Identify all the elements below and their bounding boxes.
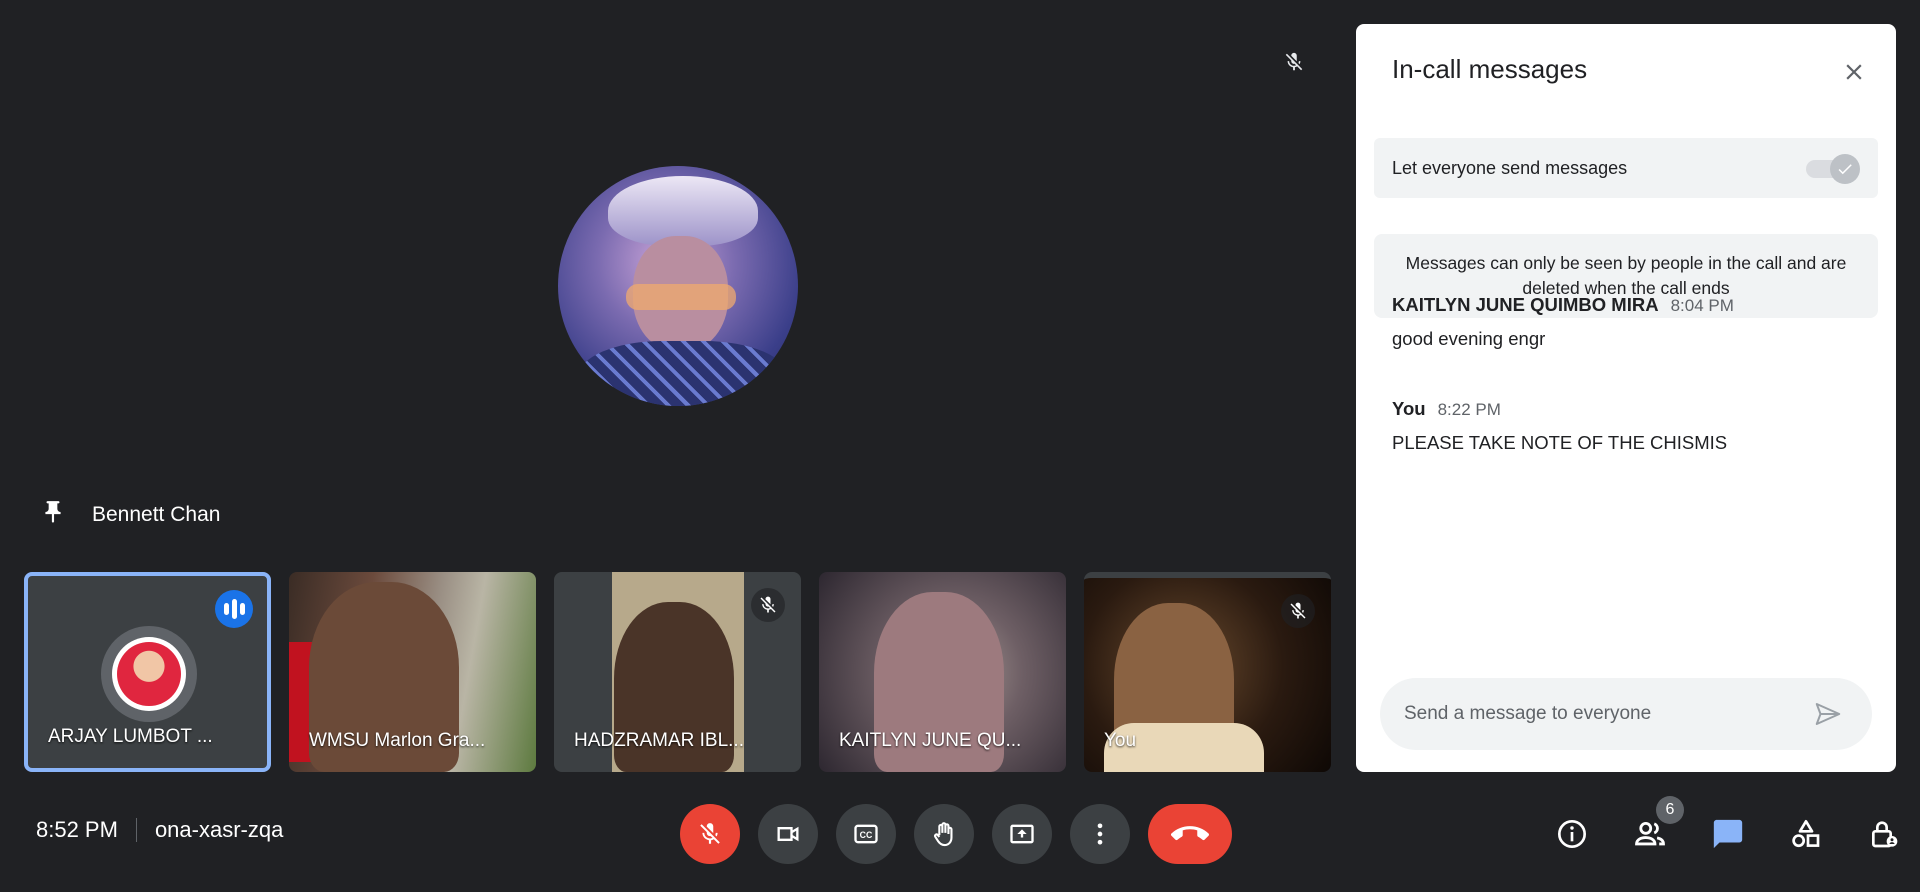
divider bbox=[135, 818, 137, 842]
close-button[interactable] bbox=[1834, 52, 1874, 92]
mic-off-icon bbox=[1281, 594, 1315, 628]
main-stage: Bennett Chan ARJAY LUMBOT ... WMSU Marlo… bbox=[0, 0, 1350, 780]
panel-title: In-call messages bbox=[1392, 54, 1588, 84]
captions-button[interactable]: CC bbox=[836, 804, 896, 864]
microphone-toggle-button[interactable] bbox=[680, 804, 740, 864]
chat-message: You 8:22 PM PLEASE TAKE NOTE OF THE CHIS… bbox=[1392, 398, 1862, 454]
more-options-icon bbox=[1097, 823, 1103, 845]
message-text: good evening engr bbox=[1392, 328, 1546, 349]
chat-message: KAITLYN JUNE QUIMBO MIRA 8:04 PM good ev… bbox=[1392, 294, 1862, 350]
meeting-info: 8:52 PM ona-xasr-zqa bbox=[36, 817, 283, 843]
participant-name: HADZRAMAR IBL... bbox=[574, 730, 744, 751]
participant-name: KAITLYN JUNE QU... bbox=[839, 730, 1022, 751]
message-sender: KAITLYN JUNE QUIMBO MIRA bbox=[1392, 294, 1659, 315]
activities-button[interactable] bbox=[1782, 810, 1830, 858]
setting-label: Let everyone send messages bbox=[1392, 157, 1628, 178]
clock-time: 8:52 PM bbox=[36, 817, 118, 842]
chat-panel: In-call messages Let everyone send messa… bbox=[1356, 24, 1896, 772]
avatar bbox=[101, 626, 197, 722]
pin-icon[interactable] bbox=[40, 496, 66, 534]
info-icon bbox=[1558, 820, 1586, 848]
send-button[interactable] bbox=[1808, 694, 1848, 734]
allow-messages-toggle[interactable] bbox=[1806, 154, 1860, 184]
meeting-details-button[interactable] bbox=[1548, 810, 1596, 858]
mic-off-icon bbox=[700, 823, 720, 844]
people-button[interactable]: 6 bbox=[1626, 796, 1684, 858]
camera-icon bbox=[777, 826, 799, 842]
message-composer bbox=[1380, 678, 1872, 750]
pinned-participant-name: Bennett Chan bbox=[92, 503, 221, 526]
chat-button[interactable] bbox=[1704, 810, 1752, 858]
raise-hand-icon bbox=[934, 822, 953, 847]
participant-name: ARJAY LUMBOT ... bbox=[48, 726, 213, 747]
send-icon bbox=[1815, 703, 1841, 725]
pinned-participant-label: Bennett Chan bbox=[40, 496, 220, 534]
camera-toggle-button[interactable] bbox=[758, 804, 818, 864]
speaking-indicator-icon bbox=[215, 590, 253, 628]
message-time: 8:04 PM bbox=[1670, 296, 1734, 315]
participant-strip: ARJAY LUMBOT ... WMSU Marlon Gra... HADZ… bbox=[24, 572, 1331, 772]
end-call-button[interactable] bbox=[1148, 804, 1232, 864]
participant-tile[interactable]: ARJAY LUMBOT ... bbox=[24, 572, 271, 772]
svg-text:CC: CC bbox=[860, 830, 873, 840]
participants-count-badge: 6 bbox=[1656, 796, 1684, 824]
message-text: PLEASE TAKE NOTE OF THE CHISMIS bbox=[1392, 432, 1728, 453]
activities-icon bbox=[1792, 820, 1820, 848]
participant-tile[interactable]: You bbox=[1084, 572, 1331, 772]
present-screen-icon bbox=[1010, 824, 1034, 844]
more-options-button[interactable] bbox=[1070, 804, 1130, 864]
participant-name: You bbox=[1104, 730, 1137, 751]
people-icon bbox=[1635, 821, 1665, 846]
host-controls-button[interactable] bbox=[1860, 810, 1908, 858]
message-input[interactable] bbox=[1404, 703, 1804, 725]
allow-messages-setting: Let everyone send messages bbox=[1374, 138, 1878, 198]
meeting-code: ona-xasr-zqa bbox=[154, 817, 284, 842]
mic-off-icon bbox=[751, 588, 785, 622]
pinned-participant-avatar bbox=[558, 166, 798, 406]
participant-name: WMSU Marlon Gra... bbox=[309, 730, 486, 751]
side-controls: 6 bbox=[1548, 796, 1908, 858]
end-call-icon bbox=[1171, 826, 1209, 841]
participant-tile[interactable]: WMSU Marlon Gra... bbox=[289, 572, 536, 772]
mic-off-icon bbox=[1278, 46, 1310, 78]
close-icon bbox=[1846, 64, 1862, 80]
call-controls: CC bbox=[680, 804, 1232, 864]
participant-tile[interactable]: KAITLYN JUNE QU... bbox=[819, 572, 1066, 772]
chat-icon bbox=[1713, 819, 1743, 849]
bottom-toolbar: 8:52 PM ona-xasr-zqa CC 6 bbox=[0, 780, 1920, 892]
host-controls-icon bbox=[1872, 821, 1898, 848]
message-time: 8:22 PM bbox=[1437, 400, 1501, 419]
check-icon bbox=[1838, 164, 1852, 175]
message-sender: You bbox=[1392, 398, 1426, 419]
captions-icon: CC bbox=[854, 824, 878, 844]
present-screen-button[interactable] bbox=[992, 804, 1052, 864]
raise-hand-button[interactable] bbox=[914, 804, 974, 864]
participant-tile[interactable]: HADZRAMAR IBL... bbox=[554, 572, 801, 772]
